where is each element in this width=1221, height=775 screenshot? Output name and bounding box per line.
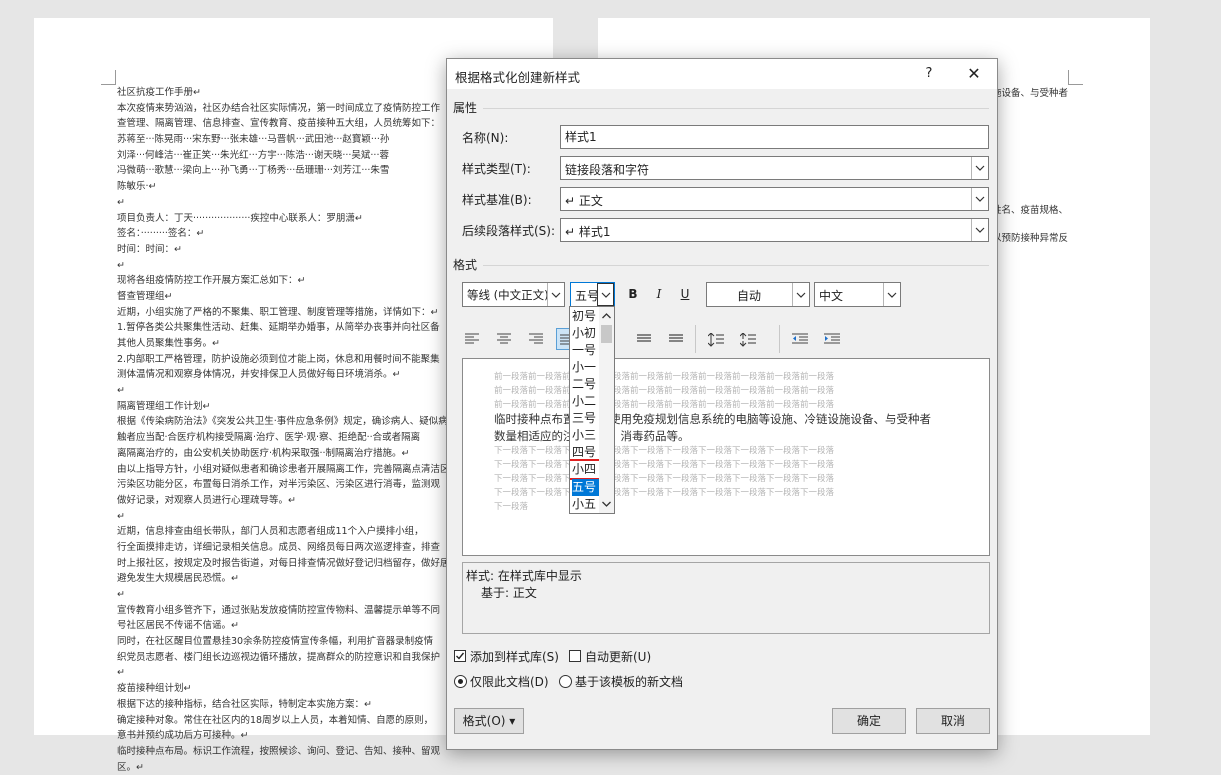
preview-sample-text: 临时接种点布置：具有使用免疫规划信息系统的电脑等设施、冷链设施设备、与受种者	[494, 412, 931, 426]
next-style-value: ↵ 样式1	[565, 225, 611, 239]
toolbar-separator	[779, 325, 780, 353]
preview-next-paragraph: 下一段落下一段落下一段落下一段落下一段落下一段落下一段落下一段落下一段落下一段落	[494, 460, 835, 470]
help-icon: ?	[925, 66, 933, 81]
based-on-value: ↵ 正文	[565, 194, 603, 208]
font-select[interactable]: 等线 (中文正文)	[462, 282, 565, 307]
chevron-down-icon[interactable]	[971, 219, 988, 241]
name-label: 名称(N):	[462, 131, 509, 145]
divider	[483, 108, 989, 109]
add-to-gallery-label[interactable]: 添加到样式库(S)	[470, 648, 559, 665]
size-option[interactable]: 二号	[572, 376, 600, 393]
line-spacing-icon[interactable]	[705, 328, 727, 350]
increase-indent-icon[interactable]	[821, 328, 843, 350]
crop-mark	[1068, 70, 1083, 85]
style-type-select[interactable]: 链接段落和字符	[560, 156, 989, 180]
based-on-label: 样式基准(B):	[462, 193, 532, 207]
add-to-gallery-checkbox[interactable]	[454, 650, 466, 662]
preview-next-paragraph: 下一段落下一段落下一段落下一段落下一段落下一段落下一段落下一段落下一段落下一段落	[494, 488, 835, 498]
size-option[interactable]: 小五	[572, 496, 600, 513]
paragraph-spacing-icon[interactable]	[737, 328, 759, 350]
next-style-label: 后续段落样式(S):	[462, 224, 556, 238]
close-button[interactable]: ✕	[961, 64, 987, 84]
style-type-label: 样式类型(T):	[462, 162, 531, 176]
style-preview: 前一段落前一段落前一段落前一段落前一段落前一段落前一段落前一段落前一段落前一段落…	[462, 358, 990, 556]
scroll-down-icon	[602, 501, 611, 507]
cancel-button[interactable]: 取消	[916, 708, 990, 734]
align-right-icon[interactable]	[525, 328, 547, 350]
ok-button[interactable]: 确定	[832, 708, 906, 734]
chevron-down-icon[interactable]	[792, 283, 809, 306]
size-option[interactable]: 小三	[572, 427, 600, 444]
font-size-dropdown-list[interactable]: 初号 小初 一号 小一 二号 小二 三号 小三 四号 小四 五号 小五	[569, 306, 615, 514]
preview-prev-paragraph: 前一段落前一段落前一段落前一段落前一段落前一段落前一段落前一段落前一段落前一段落	[494, 400, 835, 410]
underline-button[interactable]: U	[674, 283, 696, 305]
size-option[interactable]: 一号	[572, 342, 600, 359]
new-documents-label[interactable]: 基于该模板的新文档	[575, 673, 683, 690]
description-text: 基于: 正文	[481, 586, 537, 600]
dialog-title: 根据格式化创建新样式	[455, 70, 581, 85]
decrease-indent-icon[interactable]	[789, 328, 811, 350]
dropdown-scrollbar[interactable]	[599, 307, 614, 513]
script-select[interactable]: 中文	[814, 282, 901, 307]
script-value: 中文	[819, 289, 844, 303]
preview-next-paragraph: 下一段落下一段落下一段落下一段落下一段落下一段落下一段落下一段落下一段落下一段落	[494, 474, 835, 484]
preview-next-paragraph: 下一段落	[494, 502, 529, 512]
only-this-document-radio[interactable]	[454, 675, 467, 688]
scroll-thumb[interactable]	[601, 325, 612, 343]
bold-button[interactable]: B	[622, 283, 644, 305]
chevron-down-icon[interactable]	[971, 157, 988, 179]
format-section-label: 格式	[453, 258, 478, 272]
style-type-value: 链接段落和字符	[565, 163, 650, 177]
format-menu-button[interactable]: 格式(O) ▾	[454, 708, 524, 734]
new-documents-radio[interactable]	[559, 675, 572, 688]
auto-update-label[interactable]: 自动更新(U)	[585, 648, 651, 665]
font-size-select[interactable]: 五号	[570, 282, 615, 307]
doc-line: 区。↵	[117, 761, 144, 773]
style-description: 样式: 在样式库中显示 基于: 正文	[462, 562, 990, 634]
chevron-down-icon[interactable]	[883, 283, 900, 306]
scroll-up-icon	[602, 313, 611, 319]
close-icon: ✕	[967, 64, 981, 83]
doc-line: 以预防接种异常反	[992, 233, 1069, 244]
next-style-select[interactable]: ↵ 样式1	[560, 218, 989, 242]
name-input[interactable]: 样式1	[560, 125, 989, 149]
only-this-document-label[interactable]: 仅限此文档(D)	[470, 673, 549, 690]
size-option[interactable]: 四号	[572, 444, 600, 461]
doc-line: 施设备、与受种者	[992, 88, 1069, 99]
font-color-value: 自动	[737, 289, 762, 303]
font-size-value: 五号	[575, 289, 600, 303]
size-option[interactable]: 三号	[572, 410, 600, 427]
preview-prev-paragraph: 前一段落前一段落前一段落前一段落前一段落前一段落前一段落前一段落前一段落前一段落	[494, 372, 835, 382]
font-value: 等线 (中文正文)	[467, 288, 549, 302]
size-option[interactable]: 小初	[572, 325, 600, 342]
divider	[483, 265, 989, 266]
italic-button[interactable]: I	[648, 283, 670, 305]
help-button[interactable]: ?	[917, 64, 941, 84]
preview-prev-paragraph: 前一段落前一段落前一段落前一段落前一段落前一段落前一段落前一段落前一段落前一段落	[494, 386, 835, 396]
auto-update-checkbox[interactable]	[569, 650, 581, 662]
size-option[interactable]: 小一	[572, 359, 600, 376]
preview-next-paragraph: 下一段落下一段落下一段落下一段落下一段落下一段落下一段落下一段落下一段落下一段落	[494, 446, 835, 456]
radio-selected-dot	[458, 679, 463, 684]
dialog-titlebar[interactable]: 根据格式化创建新样式 ? ✕	[447, 59, 997, 89]
chevron-down-icon[interactable]	[547, 283, 564, 306]
description-text: 样式: 在样式库中显示	[466, 569, 582, 583]
chevron-down-icon[interactable]	[971, 188, 988, 210]
distributed-align-icon[interactable]	[633, 328, 655, 350]
size-option-selected[interactable]: 五号	[572, 479, 600, 496]
doc-line: 姓名、疫苗规格、	[992, 205, 1069, 216]
crop-mark	[101, 70, 116, 85]
chevron-down-icon[interactable]	[597, 283, 614, 306]
new-style-dialog: 根据格式化创建新样式 ? ✕ 属性 名称(N): 样式1 样式类型(T): 链接…	[446, 58, 998, 750]
toolbar-separator	[695, 325, 696, 353]
line-spacing-single-icon[interactable]	[665, 328, 687, 350]
based-on-select[interactable]: ↵ 正文	[560, 187, 989, 211]
align-left-icon[interactable]	[461, 328, 483, 350]
font-color-select[interactable]: 自动	[706, 282, 810, 307]
properties-section-label: 属性	[453, 101, 478, 115]
align-center-icon[interactable]	[493, 328, 515, 350]
size-option[interactable]: 初号	[572, 308, 600, 325]
size-option[interactable]: 小二	[572, 393, 600, 410]
